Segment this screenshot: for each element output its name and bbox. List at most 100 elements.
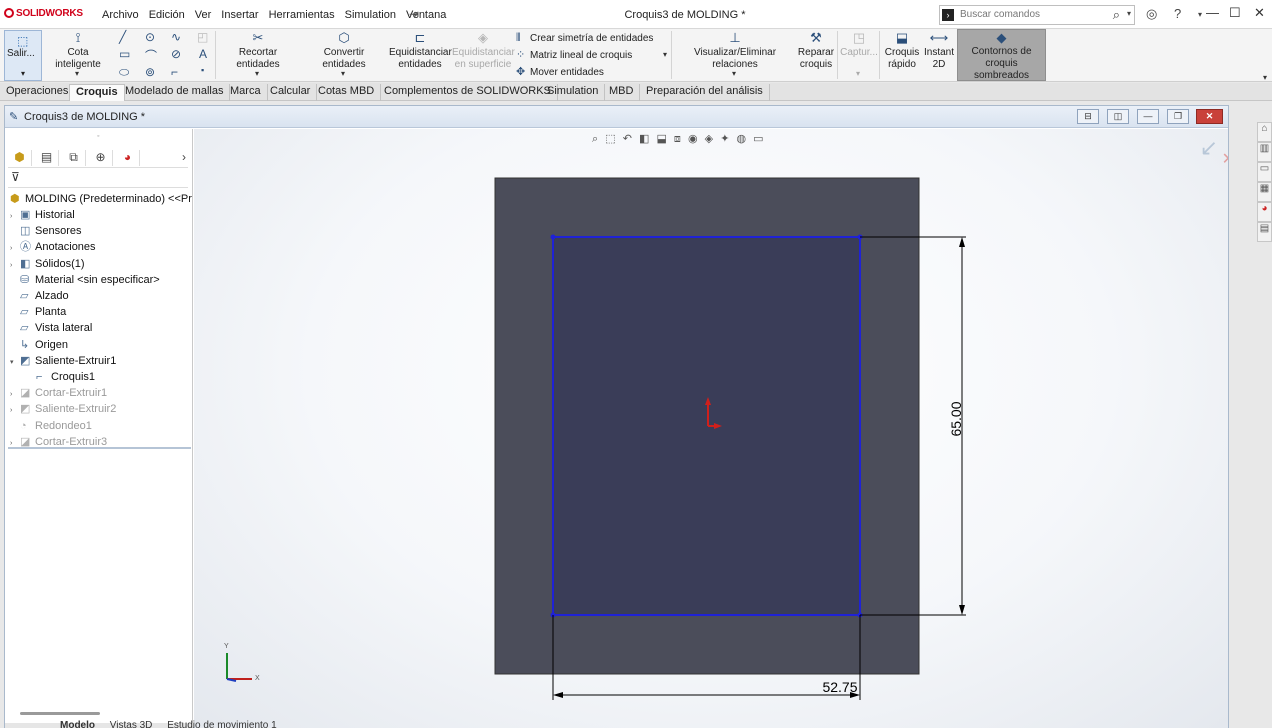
offset-entities-button[interactable]: ⊏ Equidistanciar entidades [389,31,452,71]
filter-icon[interactable]: ⊽ [8,170,188,188]
display-delete-relations-button[interactable]: ⊥ Visualizar/Eliminar relaciones [674,31,796,71]
tab-cotas-mbd[interactable]: Cotas MBD [312,84,382,101]
tree-item[interactable]: › ▣ Historial [10,207,75,223]
tab-estudio-movimiento[interactable]: Estudio de movimiento 1 [167,720,277,728]
menu-edicion[interactable]: Edición [144,9,190,21]
tree-item[interactable]: › ◧ Sólidos(1) [10,256,85,272]
dimension-horizontal-value[interactable]: 52.75 [822,679,857,695]
tree-item[interactable]: ◔ Redondeo1 [10,418,92,434]
shaded-sketch-contours-button[interactable]: ◆ Contornos de croquis sombreados [957,29,1046,81]
tree-item[interactable]: ▱ Vista lateral [10,320,92,336]
menu-herramientas[interactable]: Herramientas [264,9,340,21]
solidworks-logo[interactable]: SOLIDWORKS [4,8,83,19]
text-icon[interactable]: A [199,47,207,61]
rollback-bar[interactable] [8,447,191,449]
pin-icon[interactable]: ⇥ [409,7,419,21]
tab-simulation[interactable]: Simulation [541,84,606,101]
smart-dimension-button[interactable]: ⟟ Cota inteligente [44,31,112,71]
view-palette-tab-icon[interactable]: ▦ [1257,182,1272,202]
menu-ver[interactable]: Ver [190,9,217,21]
convert-entities-button[interactable]: ⬡ Convertir entidades [302,31,386,71]
slot-icon[interactable]: ⬭ [119,65,129,80]
exit-sketch-button[interactable]: ⬚ Salir... ▾ [4,30,42,81]
mirror-entities-button[interactable]: ⫴ Crear simetría de entidades [516,31,653,48]
tile-vertical-button[interactable]: ◫ [1107,109,1129,124]
user-icon[interactable]: ◎ [1146,6,1157,22]
help-icon[interactable]: ? [1174,6,1181,21]
convert-dropdown-icon[interactable]: ▾ [341,69,345,78]
tree-item[interactable]: › Ⓐ Anotaciones [10,239,96,255]
menu-insertar[interactable]: Insertar [216,9,263,21]
dimxpert-tab-icon[interactable]: ⊕ [89,150,113,166]
tab-calcular[interactable]: Calcular [264,84,318,101]
expand-arrow-icon[interactable]: ▾ [10,355,20,371]
custom-properties-tab-icon[interactable]: ▤ [1257,222,1272,242]
trim-dropdown-icon[interactable]: ▾ [255,69,259,78]
trim-entities-button[interactable]: ✂ Recortar entidades [218,31,298,71]
fillet-sketch-icon[interactable]: ⌐ [171,65,178,79]
property-manager-tab-icon[interactable]: ▤ [35,150,59,166]
graphics-area[interactable]: ⌕ ⬚ ↶ ◧ ⬓ ⧈ ◉ ◈ ✦ ◍ ▭ ↙ ✕ [194,129,1228,728]
file-explorer-tab-icon[interactable]: ▭ [1257,162,1272,182]
point-icon[interactable]: ⊚ [145,65,155,79]
maximize-button[interactable]: ☐ [1229,5,1241,21]
tab-croquis[interactable]: Croquis [69,84,125,101]
doc-close-button[interactable]: ✕ [1196,109,1223,124]
repair-sketch-button[interactable]: ⚒ Reparar croquis [797,31,835,71]
exit-dropdown-icon[interactable]: ▾ [21,69,25,78]
relations-dropdown-icon[interactable]: ▾ [732,69,736,78]
tab-modelado-de-mallas[interactable]: Modelado de mallas [119,84,231,101]
search-icon[interactable]: ⌕ [1113,7,1120,23]
pattern-dropdown-icon[interactable]: ▾ [663,50,667,59]
tile-horizontal-button[interactable]: ⊟ [1077,109,1099,124]
configuration-manager-tab-icon[interactable]: ⧉ [62,150,86,166]
tab-complementos[interactable]: Complementos de SOLIDWORKS [378,84,558,101]
doc-minimize-button[interactable]: — [1137,109,1159,124]
tree-item[interactable]: ⌐ Croquis1 [26,369,95,385]
spline-icon[interactable]: ∿ [171,30,181,44]
instant-2d-button[interactable]: ⟷ Instant 2D [922,31,956,71]
menu-simulation[interactable]: Simulation [340,9,401,21]
sketch-rectangle[interactable] [552,236,861,616]
sketch-corner-point[interactable] [550,234,556,240]
panel-grip[interactable]: ◦ [97,133,99,140]
tree-item[interactable]: ▱ Alzado [10,288,69,304]
linear-pattern-button[interactable]: ⁘ Matriz lineal de croquis [516,48,653,65]
plane-sketch-icon[interactable]: ▪ [201,65,204,75]
minimize-button[interactable]: — [1206,5,1219,20]
tab-marca[interactable]: Marca [224,84,268,101]
horizontal-scrollbar[interactable] [20,712,100,715]
tree-item[interactable]: ◫ Sensores [10,223,81,239]
arc-icon[interactable]: ⌒ [145,47,157,64]
tab-mbd[interactable]: MBD [603,84,641,101]
tree-item[interactable]: ↳ Origen [10,337,68,353]
menu-archivo[interactable]: Archivo [97,9,144,21]
display-manager-tab-icon[interactable]: ◕ [116,150,140,166]
tab-operaciones[interactable]: Operaciones [0,84,76,101]
dimension-vertical-value[interactable]: 65.00 [948,401,964,436]
expand-arrow-icon[interactable]: › [10,436,20,452]
search-input[interactable]: Buscar comandos [960,9,1040,20]
tree-item[interactable]: ▾ ◩ Saliente-Extruir1 [10,353,116,369]
tree-root[interactable]: ⬢ MOLDING (Predeterminado) <<Pr [10,191,192,207]
design-library-tab-icon[interactable]: ▥ [1257,142,1272,162]
circle-icon[interactable]: ⊙ [145,30,155,44]
line-icon[interactable]: ╱ [119,30,126,44]
doc-restore-button[interactable]: ❐ [1167,109,1189,124]
tab-modelo[interactable]: Modelo [60,720,95,728]
tab-preparacion-analisis[interactable]: Preparación del análisis [640,84,770,101]
command-manager-expand-icon[interactable]: ▾ [1263,73,1267,82]
close-button[interactable]: ✕ [1254,5,1265,21]
tree-item[interactable]: ▱ Planta [10,304,66,320]
search-dropdown-icon[interactable]: ▾ [1127,9,1131,18]
feature-manager-tab-icon[interactable]: ⬢ [8,150,32,166]
move-entities-button[interactable]: ✥ Mover entidades [516,65,653,82]
smart-dimension-dropdown-icon[interactable]: ▾ [75,69,79,78]
appearances-tab-icon[interactable]: ◕ [1257,202,1272,222]
tab-vistas-3d[interactable]: Vistas 3D [110,720,153,728]
tree-item[interactable]: › ◩ Saliente-Extruir2 [10,401,116,417]
quick-sketch-button[interactable]: ⬓ Croquis rápido [882,31,922,71]
tree-item[interactable]: ⛁ Material <sin especificar> [10,272,160,288]
help-dropdown-icon[interactable]: ▾ [1198,10,1202,19]
tree-item[interactable]: › ◪ Cortar-Extruir1 [10,385,107,401]
